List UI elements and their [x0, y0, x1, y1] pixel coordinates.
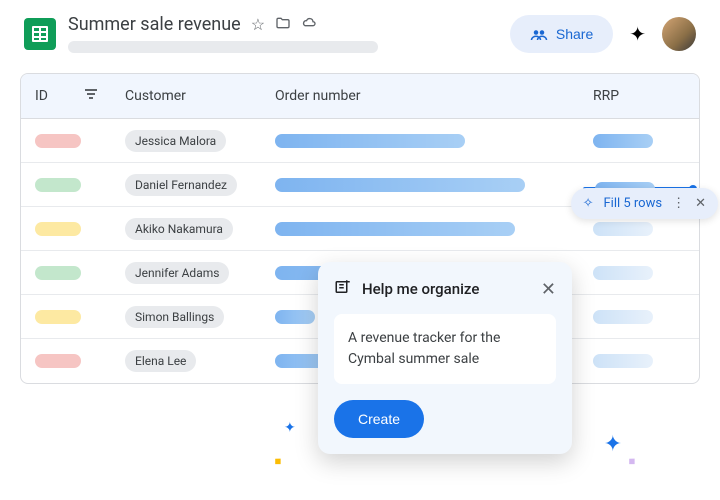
- column-header-customer[interactable]: Customer: [111, 74, 261, 118]
- sparkle-icon: ✦: [604, 432, 622, 457]
- table-row[interactable]: Jessica Malora: [21, 119, 699, 163]
- column-header-rrp[interactable]: RRP: [579, 74, 699, 118]
- folder-icon[interactable]: [275, 15, 291, 35]
- customer-chip[interactable]: Simon Ballings: [125, 306, 224, 328]
- menu-bar-placeholder: [68, 41, 378, 53]
- id-badge: [35, 222, 81, 236]
- more-icon[interactable]: ⋮: [672, 196, 685, 211]
- order-bar: [275, 178, 525, 192]
- id-badge: [35, 134, 81, 148]
- rrp-bar: [593, 354, 653, 368]
- sparkle-icon: ✦: [284, 420, 296, 436]
- sheets-app-icon[interactable]: [24, 18, 56, 50]
- rrp-bar: [593, 134, 653, 148]
- create-button[interactable]: Create: [334, 400, 424, 438]
- customer-chip[interactable]: Jennifer Adams: [125, 262, 229, 284]
- id-badge: [35, 178, 81, 192]
- customer-chip[interactable]: Daniel Fernandez: [125, 174, 237, 196]
- column-header-id[interactable]: ID: [21, 74, 111, 118]
- gemini-sparkle-icon[interactable]: ✦: [629, 22, 646, 46]
- rrp-bar: [593, 266, 653, 280]
- share-label: Share: [556, 26, 593, 42]
- share-button[interactable]: Share: [510, 15, 613, 53]
- rrp-bar: [593, 310, 653, 324]
- order-bar: [275, 310, 315, 324]
- close-icon[interactable]: ✕: [541, 279, 556, 300]
- order-bar: [275, 134, 465, 148]
- magic-wand-icon: ✧: [583, 196, 594, 211]
- customer-chip[interactable]: Elena Lee: [125, 350, 196, 372]
- customer-chip[interactable]: Jessica Malora: [125, 130, 226, 152]
- document-title[interactable]: Summer sale revenue: [68, 14, 241, 35]
- table-header-row: ID Customer Order number RRP: [21, 74, 699, 119]
- star-icon[interactable]: ☆: [251, 15, 265, 35]
- id-badge: [35, 310, 81, 324]
- id-badge: [35, 354, 81, 368]
- smart-fill-chip[interactable]: ✧ Fill 5 rows ⋮ ✕: [571, 188, 718, 219]
- user-avatar[interactable]: [662, 17, 696, 51]
- close-icon[interactable]: ✕: [695, 196, 706, 211]
- filter-icon[interactable]: [85, 88, 97, 104]
- organize-icon: [334, 278, 352, 300]
- sparkle-icon: ◆: [271, 455, 284, 468]
- rrp-bar: [593, 222, 653, 236]
- cloud-icon[interactable]: [301, 15, 317, 35]
- order-bar: [275, 222, 515, 236]
- help-me-organize-panel: Help me organize ✕ A revenue tracker for…: [318, 262, 572, 454]
- id-badge: [35, 266, 81, 280]
- sparkle-icon: ◆: [626, 455, 639, 468]
- column-header-order[interactable]: Order number: [261, 74, 579, 118]
- prompt-input[interactable]: A revenue tracker for the Cymbal summer …: [334, 314, 556, 384]
- fill-chip-label: Fill 5 rows: [603, 196, 662, 211]
- customer-chip[interactable]: Akiko Nakamura: [125, 218, 233, 240]
- panel-title: Help me organize: [362, 280, 531, 298]
